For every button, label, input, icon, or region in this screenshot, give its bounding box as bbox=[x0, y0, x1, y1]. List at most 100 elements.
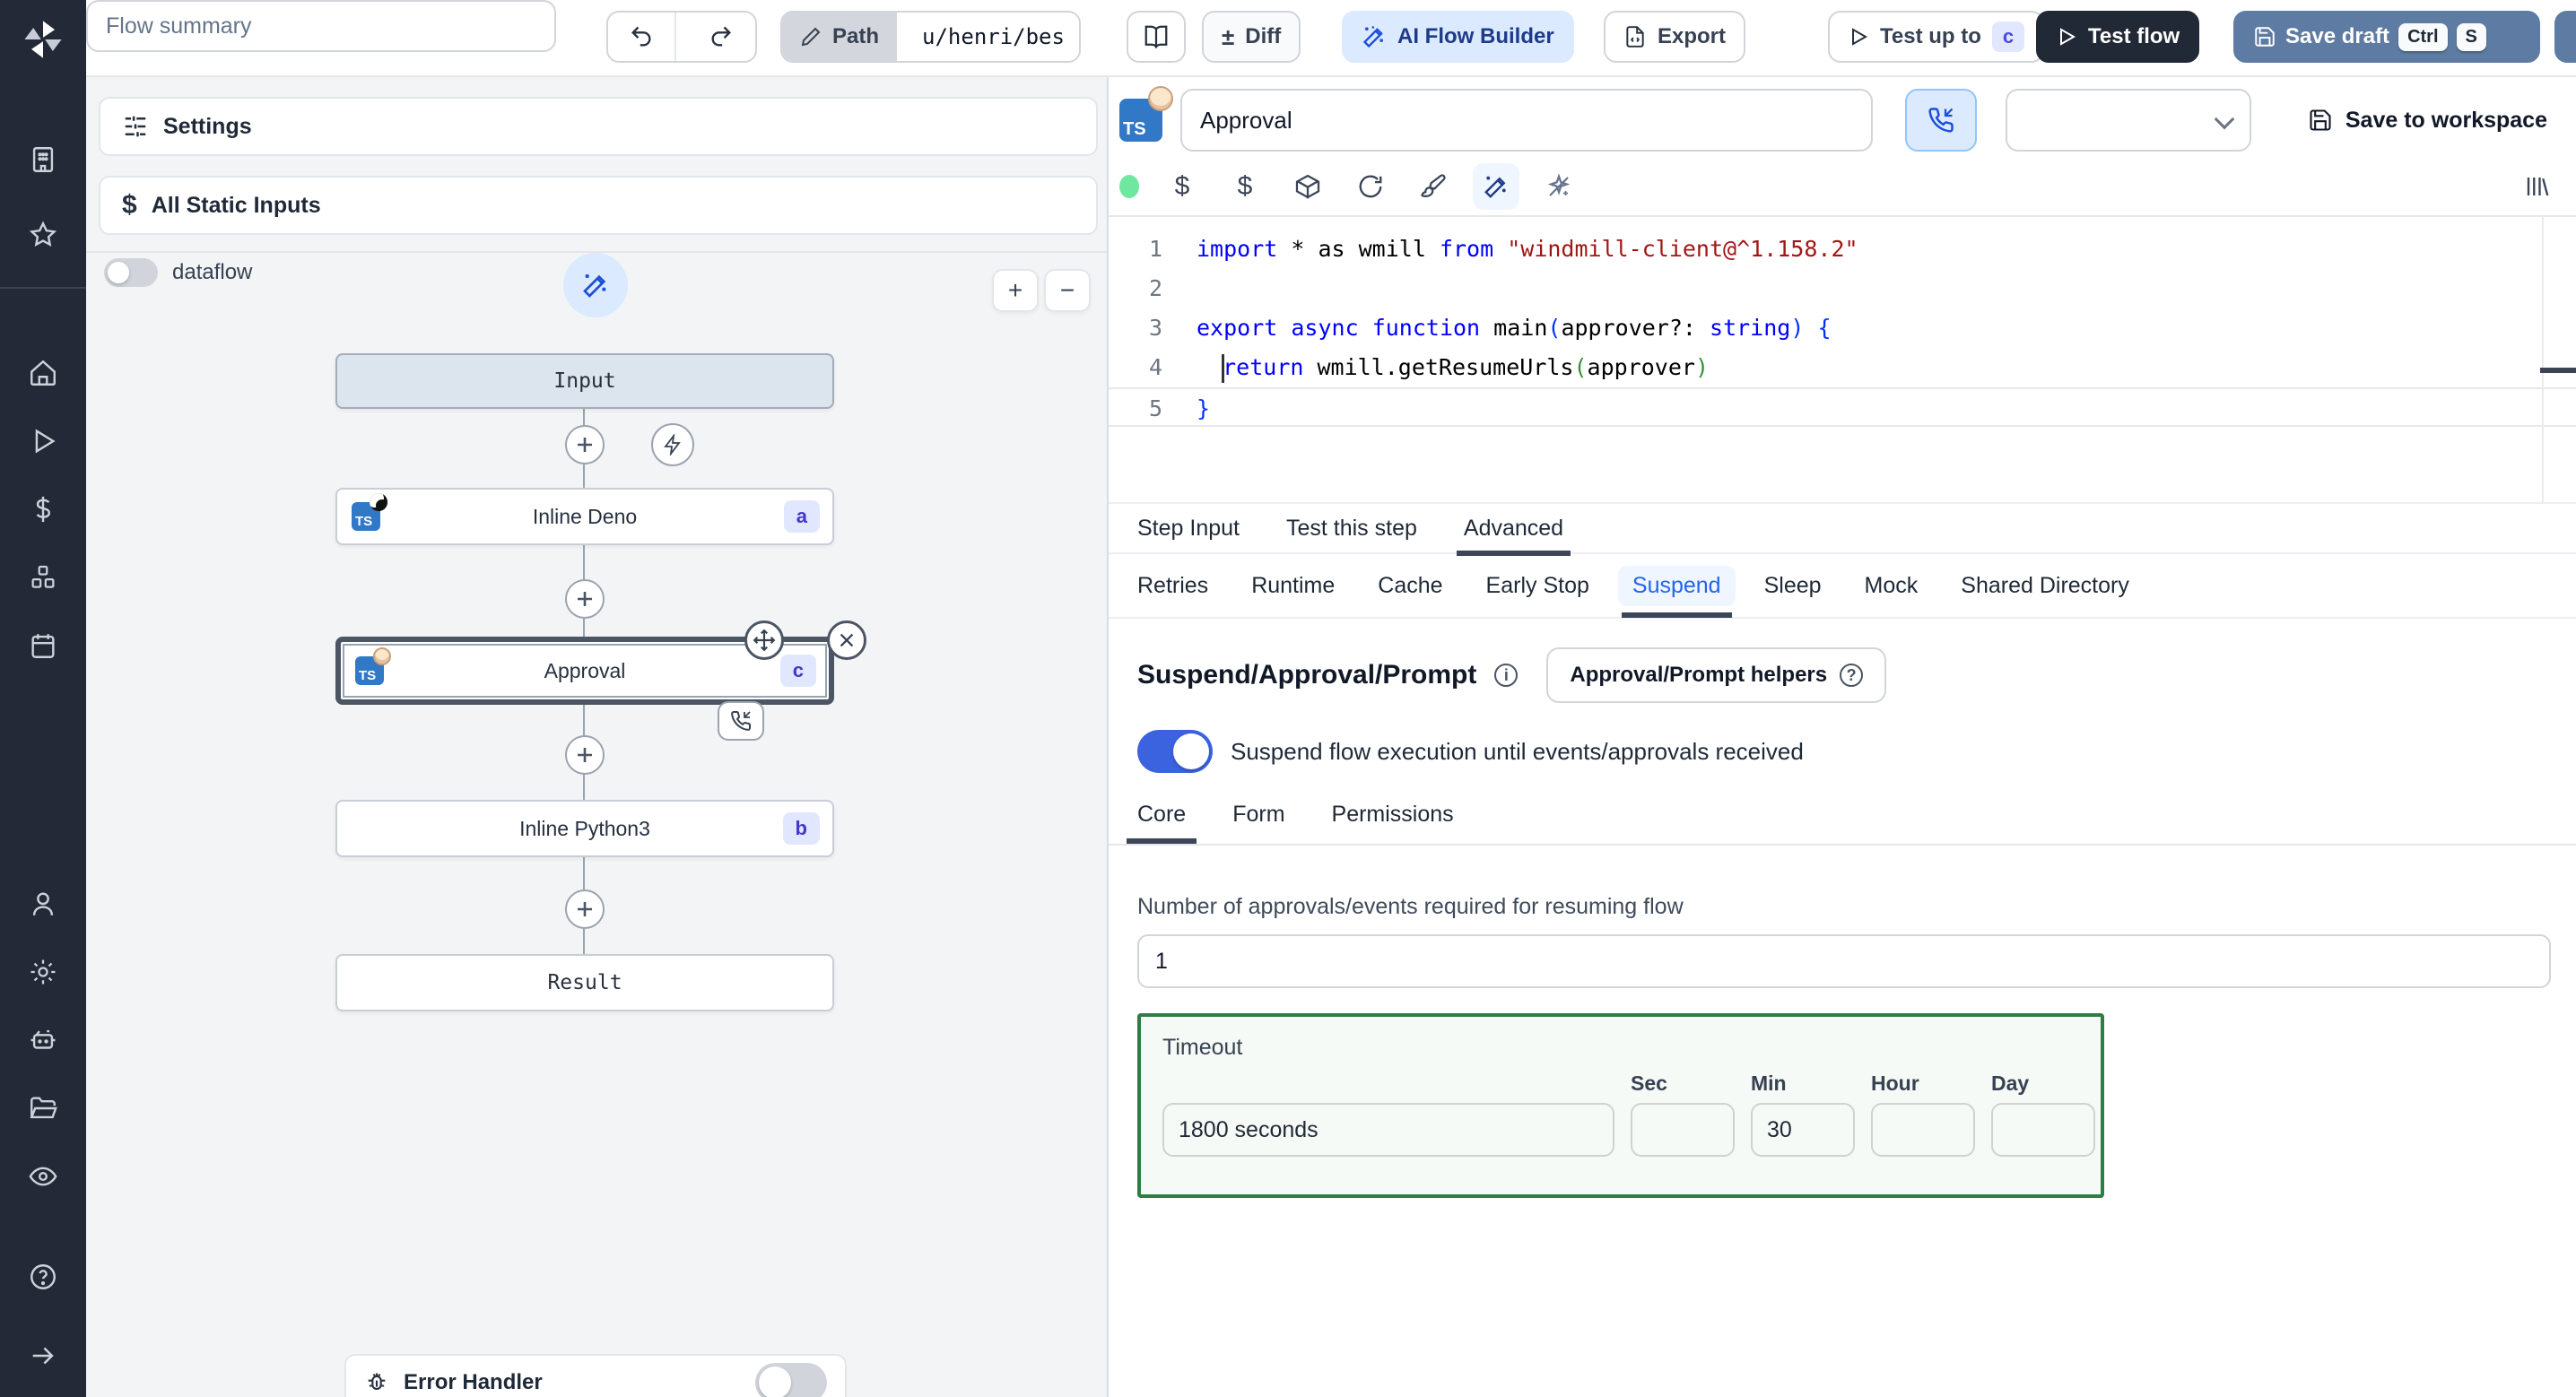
timeout-min-input[interactable] bbox=[1751, 1103, 1855, 1157]
tab-label: Suspend bbox=[1617, 565, 1736, 606]
tab-test-this-step[interactable]: Test this step bbox=[1286, 502, 1417, 554]
path-group[interactable]: Path u/henri/bes bbox=[780, 11, 1081, 63]
robot-workers-icon[interactable] bbox=[14, 1013, 72, 1067]
error-handler-toggle[interactable] bbox=[755, 1363, 827, 1397]
home-icon[interactable] bbox=[14, 346, 72, 400]
graph-ai-wand-button[interactable] bbox=[563, 253, 628, 317]
add-trigger-button[interactable] bbox=[651, 423, 694, 466]
move-step-button[interactable] bbox=[744, 620, 784, 660]
star-icon[interactable] bbox=[14, 208, 72, 262]
expand-arrow-icon[interactable] bbox=[14, 1329, 72, 1383]
node-inline-deno[interactable]: TS Inline Deno a bbox=[335, 488, 834, 545]
zoom-out-button[interactable]: − bbox=[1044, 269, 1091, 312]
reload-button[interactable] bbox=[1347, 163, 1394, 210]
dataflow-toggle[interactable] bbox=[104, 258, 158, 287]
building-icon[interactable] bbox=[14, 133, 72, 187]
dataflow-toggle-row: dataflow bbox=[104, 258, 252, 287]
deploy-button-partial[interactable] bbox=[2554, 11, 2576, 63]
save-to-workspace-button[interactable]: Save to workspace bbox=[2308, 108, 2547, 134]
tab-core[interactable]: Core bbox=[1126, 802, 1197, 844]
diff-button[interactable]: ± Diff bbox=[1202, 11, 1301, 63]
add-step-button-3[interactable] bbox=[565, 735, 605, 775]
format-button[interactable] bbox=[1410, 163, 1457, 210]
tab-form[interactable]: Form bbox=[1232, 802, 1284, 844]
zoom-out-label: − bbox=[1059, 276, 1075, 304]
flow-settings-button[interactable]: Settings bbox=[99, 97, 1098, 156]
library-button[interactable] bbox=[2524, 173, 2551, 200]
magic-wand-icon bbox=[583, 274, 606, 298]
node-deno-label: Inline Deno bbox=[532, 504, 638, 528]
approval-prompt-helpers-button[interactable]: Approval/Prompt helpers ? bbox=[1546, 647, 1887, 703]
add-step-button-2[interactable] bbox=[565, 579, 605, 619]
code-line[interactable]: 2 bbox=[1109, 269, 2576, 308]
folder-icon[interactable] bbox=[14, 1081, 72, 1135]
export-button[interactable]: Export bbox=[1604, 11, 1746, 63]
suspend-phone-button[interactable] bbox=[1905, 89, 1977, 152]
test-up-to-button[interactable]: Test up to c bbox=[1828, 11, 2045, 63]
suspend-approval-step-badge[interactable] bbox=[718, 701, 764, 741]
tab-cache[interactable]: Cache bbox=[1378, 553, 1442, 618]
calendar-schedules-icon[interactable] bbox=[14, 619, 72, 672]
code-line[interactable]: 3 export async function main(approver?: s… bbox=[1109, 308, 2576, 348]
tab-retries[interactable]: Retries bbox=[1137, 553, 1208, 618]
tab-sleep[interactable]: Sleep bbox=[1764, 553, 1822, 618]
baby-emoji-icon bbox=[373, 647, 391, 665]
ai-fix-disabled-button[interactable] bbox=[1536, 163, 1582, 210]
static-dollar-button[interactable]: $ bbox=[1222, 163, 1268, 210]
tab-advanced[interactable]: Advanced bbox=[1456, 502, 1571, 556]
tab-runtime[interactable]: Runtime bbox=[1251, 553, 1335, 618]
code-line[interactable]: 5} bbox=[1109, 387, 2576, 427]
chevron-down-icon bbox=[2214, 108, 2235, 130]
play-runs-icon[interactable] bbox=[14, 414, 72, 468]
timeout-seconds-input[interactable] bbox=[1162, 1103, 1614, 1157]
template-select[interactable] bbox=[2006, 89, 2251, 152]
code-line[interactable]: 1 import * as wmill from "windmill-client… bbox=[1109, 230, 2576, 269]
magic-wand-icon bbox=[1484, 176, 1506, 198]
redo-button[interactable] bbox=[687, 13, 755, 61]
add-step-button-4[interactable] bbox=[565, 889, 605, 929]
path-value[interactable]: u/henri/bes bbox=[908, 13, 1079, 61]
undo-button[interactable] bbox=[608, 13, 676, 61]
save-draft-button[interactable]: Save draft Ctrl S bbox=[2233, 11, 2540, 63]
timeout-hour-input[interactable] bbox=[1871, 1103, 1975, 1157]
timeout-sec-input[interactable] bbox=[1631, 1103, 1735, 1157]
path-button[interactable]: Path bbox=[782, 13, 898, 61]
cubes-resources-icon[interactable] bbox=[14, 551, 72, 604]
tab-suspend[interactable]: Suspend bbox=[1617, 553, 1736, 618]
delete-step-button[interactable] bbox=[827, 620, 866, 660]
ai-generate-button[interactable] bbox=[1473, 163, 1519, 210]
info-icon[interactable]: i bbox=[1494, 664, 1519, 687]
zoom-in-button[interactable]: + bbox=[992, 269, 1039, 312]
tab-step-input[interactable]: Step Input bbox=[1137, 502, 1240, 554]
code-editor[interactable]: 1 import * as wmill from "windmill-client… bbox=[1109, 217, 2576, 502]
settings-gear-icon[interactable] bbox=[14, 945, 72, 999]
ai-flow-builder-button[interactable]: AI Flow Builder bbox=[1342, 11, 1574, 63]
timeout-day-input[interactable] bbox=[1991, 1103, 2095, 1157]
eye-audit-icon[interactable] bbox=[14, 1150, 72, 1203]
flow-summary-input[interactable] bbox=[86, 0, 556, 52]
add-step-button-1[interactable] bbox=[565, 425, 605, 464]
node-result[interactable]: Result bbox=[335, 954, 834, 1011]
package-button[interactable] bbox=[1284, 163, 1331, 210]
suspend-toggle[interactable] bbox=[1137, 730, 1213, 773]
all-static-inputs-button[interactable]: $ All Static Inputs bbox=[99, 176, 1098, 235]
approvals-count-input[interactable] bbox=[1137, 934, 2551, 988]
dollar-variables-icon[interactable] bbox=[14, 482, 72, 536]
scrollbar-decoration[interactable] bbox=[2540, 368, 2576, 373]
code-line[interactable]: 4 return wmill.getResumeUrls(approver) bbox=[1109, 348, 2576, 387]
test-flow-button[interactable]: Test flow bbox=[2036, 11, 2200, 63]
tab-mock[interactable]: Mock bbox=[1865, 553, 1919, 618]
user-icon[interactable] bbox=[14, 877, 72, 931]
tab-early-stop[interactable]: Early Stop bbox=[1486, 553, 1589, 618]
docs-button[interactable] bbox=[1127, 11, 1186, 63]
variables-dollar-button[interactable]: $ bbox=[1159, 163, 1205, 210]
windmill-logo-icon[interactable] bbox=[18, 14, 68, 65]
help-icon[interactable] bbox=[14, 1250, 72, 1304]
node-input[interactable]: Input bbox=[335, 353, 834, 409]
error-handler-row[interactable]: Error Handler bbox=[344, 1354, 847, 1397]
tab-label: Shared Directory bbox=[1961, 572, 2129, 598]
tab-shared-directory[interactable]: Shared Directory bbox=[1961, 553, 2129, 618]
step-name-input[interactable] bbox=[1180, 89, 1873, 152]
tab-permissions[interactable]: Permissions bbox=[1332, 802, 1454, 844]
node-inline-python[interactable]: Inline Python3 b bbox=[335, 800, 834, 857]
